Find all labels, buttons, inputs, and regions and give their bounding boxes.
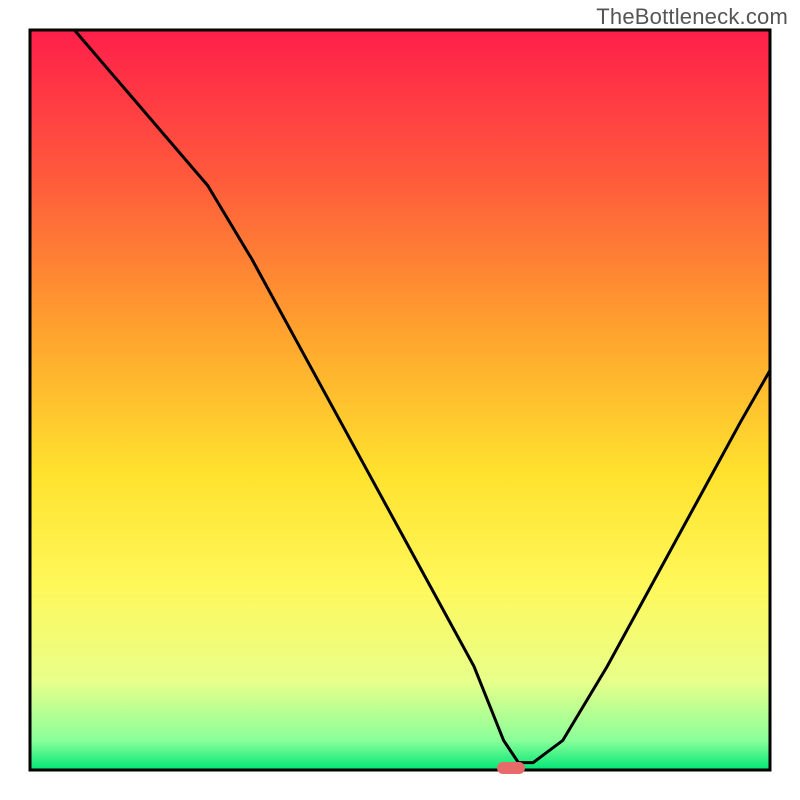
plot-background <box>30 30 770 770</box>
bottleneck-chart-svg <box>0 0 800 800</box>
chart-container: TheBottleneck.com <box>0 0 800 800</box>
optimal-marker <box>497 762 525 774</box>
plot-area <box>30 30 770 774</box>
watermark-text: TheBottleneck.com <box>596 4 788 30</box>
